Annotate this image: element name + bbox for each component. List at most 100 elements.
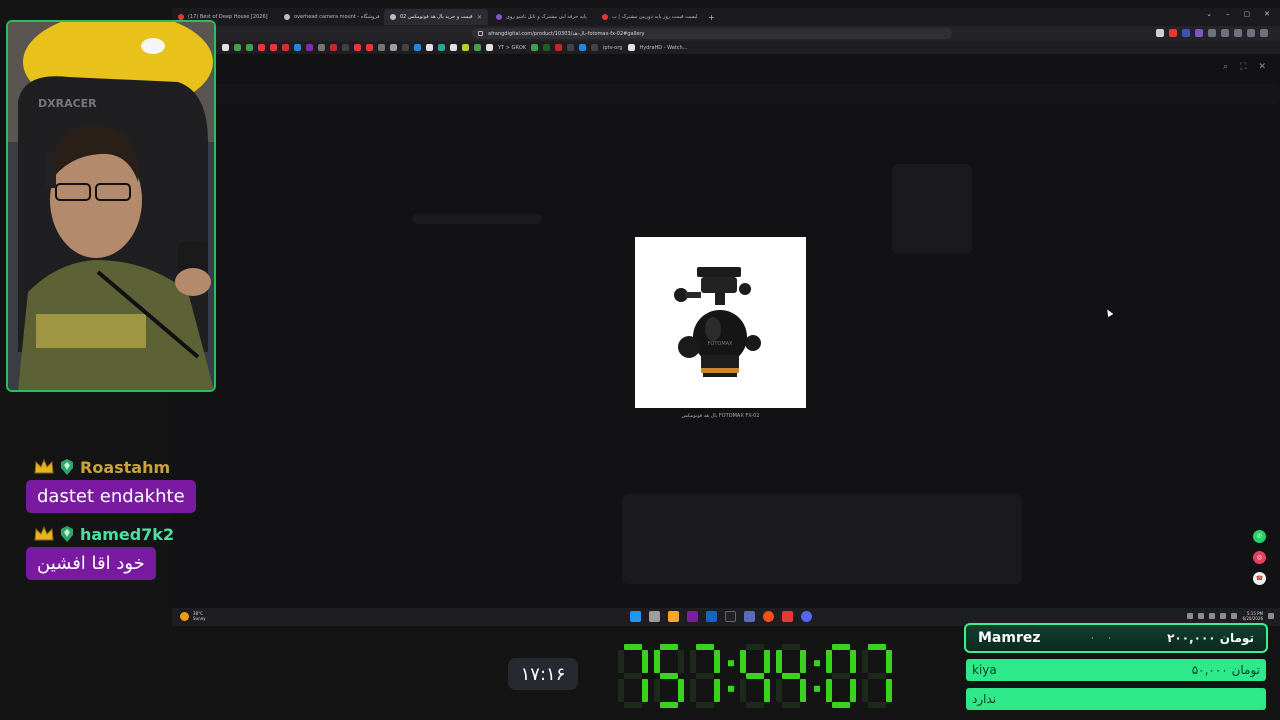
bookmark-icon[interactable] (462, 44, 469, 51)
music-icon[interactable] (1221, 29, 1229, 37)
donor-name: kiya (972, 663, 997, 677)
countdown-digit (654, 644, 684, 708)
tab-close-icon[interactable]: ✕ (477, 14, 482, 21)
new-tab-button[interactable]: + (702, 13, 721, 22)
chat-message: Roastahm dastet endakhte (26, 456, 226, 523)
discord-icon[interactable] (801, 611, 812, 622)
x-icon[interactable] (725, 611, 736, 622)
countdown-digit (618, 644, 648, 708)
app-icon[interactable] (744, 611, 755, 622)
app-icon[interactable] (687, 611, 698, 622)
bookmark-icon[interactable] (378, 44, 385, 51)
extension-icon[interactable] (1182, 29, 1190, 37)
date: 6/20/2026 (1242, 616, 1263, 621)
bookmark-icon[interactable] (402, 44, 409, 51)
bookmark-icon[interactable] (294, 44, 301, 51)
bookmark-icon[interactable] (450, 44, 457, 51)
bookmark-icon[interactable] (330, 44, 337, 51)
weather-widget[interactable]: 38°C Sunny (180, 611, 206, 621)
countdown-digit (826, 644, 856, 708)
bookmark-icon[interactable] (591, 44, 599, 51)
minimize-button[interactable]: – (1226, 10, 1230, 18)
crown-icon (34, 526, 54, 541)
address-bar[interactable]: afrangdigital.com/product/10303/بال-هد-f… (472, 28, 952, 39)
system-clock[interactable]: 5:15 PM 6/20/2026 (1242, 611, 1263, 621)
bookmark-icon[interactable] (426, 44, 433, 51)
fullscreen-icon[interactable]: ⛶ (1240, 62, 1246, 72)
sidebar-icon[interactable] (1234, 29, 1242, 37)
bookmark-iptv[interactable]: iptv-org (603, 45, 622, 51)
product-image[interactable]: FOTOMAX (635, 237, 806, 408)
bookmark-grok[interactable]: YT > GROK (498, 45, 526, 51)
menu-icon[interactable] (1260, 29, 1268, 37)
notification-icon[interactable] (1268, 613, 1274, 619)
tab-tripod[interactable]: پایه حرفه ایی مشترک و تابل تاشو روی (490, 9, 594, 25)
url-text: afrangdigital.com/product/10303/بال-هد-f… (488, 30, 645, 37)
bookmark-icon[interactable] (246, 44, 253, 51)
bookmark-hydrahd[interactable]: HydraHD - Watch... (640, 45, 688, 51)
speaker-icon[interactable] (1231, 613, 1238, 619)
x-icon[interactable] (222, 44, 229, 51)
globe-icon (284, 14, 290, 20)
weather-condition: Sunny (193, 616, 206, 621)
tab-search-icon[interactable]: ⌄ (1206, 10, 1212, 18)
extension-icon[interactable] (1195, 29, 1203, 37)
maximize-button[interactable]: ▢ (1244, 10, 1251, 18)
phone-icon[interactable]: ☎ (1253, 572, 1266, 585)
window-controls: ⌄ – ▢ ✕ (1206, 10, 1270, 18)
tab-price-list[interactable]: لیست قیمت روز پایه دوربین مشترک | ب (596, 9, 700, 25)
whatsapp-icon[interactable]: ✆ (1253, 530, 1266, 543)
wifi-icon[interactable] (1198, 613, 1205, 619)
vscode-icon[interactable] (706, 611, 717, 622)
puzzle-icon[interactable] (1208, 29, 1216, 37)
bookmark-icon[interactable] (579, 44, 587, 51)
gmail-icon[interactable] (282, 44, 289, 51)
bookmark-icon[interactable] (234, 44, 241, 51)
shield-icon[interactable] (1220, 613, 1227, 619)
chat-user-row: hamed7k2 (34, 523, 226, 545)
bookmark-icon[interactable] (627, 44, 635, 51)
bookmark-icon[interactable] (318, 44, 325, 51)
chevron-up-icon[interactable] (1187, 613, 1194, 619)
bookmark-icon[interactable] (270, 44, 277, 51)
bookmark-icon[interactable] (258, 44, 265, 51)
task-view-icon[interactable] (649, 611, 660, 622)
bookmark-icon[interactable] (543, 44, 551, 51)
zoom-icon[interactable]: ⌕ (1223, 62, 1228, 72)
close-button[interactable]: ✕ (1264, 10, 1270, 18)
tab-bar: (17) Best of Deep House [2026] overhead … (172, 8, 1280, 26)
mic-icon[interactable] (1209, 613, 1216, 619)
tab-overhead-mount[interactable]: overhead camera mount - فروشگاه (278, 9, 382, 25)
bookmark-icon[interactable] (478, 31, 483, 36)
close-icon[interactable]: ✕ (1258, 62, 1266, 72)
bookmark-icon[interactable] (390, 44, 397, 51)
brave-icon[interactable] (1169, 29, 1177, 37)
bookmark-icon[interactable] (354, 44, 361, 51)
stream-clock: ۱۷:۱۶ (508, 658, 578, 690)
firefox-icon[interactable] (763, 611, 774, 622)
dimmed-gallery (622, 494, 1022, 584)
tab-label: پایه حرفه ایی مشترک و تابل تاشو روی (506, 14, 587, 20)
grok-icon[interactable] (486, 44, 493, 51)
countdown-colon (814, 660, 820, 692)
bookmark-icon[interactable] (555, 44, 563, 51)
crown-icon (34, 459, 54, 474)
bookmark-icon[interactable] (474, 44, 481, 51)
extensions (1156, 29, 1268, 37)
bookmark-icon[interactable] (414, 44, 421, 51)
wallet-icon[interactable] (1247, 29, 1255, 37)
shield-icon[interactable] (1156, 29, 1164, 37)
bookmark-icon[interactable] (342, 44, 349, 51)
bookmark-icon[interactable] (531, 44, 539, 51)
tab-ballhead-product[interactable]: قیمت و خرید بال هد فوتومکس 02 ✕ (384, 9, 488, 25)
windows-start-icon[interactable] (630, 611, 641, 622)
bookmark-icon[interactable] (567, 44, 575, 51)
mouse-cursor (1104, 307, 1114, 318)
bookmark-icon[interactable] (438, 44, 445, 51)
instagram-icon[interactable]: ◎ (1253, 551, 1266, 564)
brave-icon[interactable] (782, 611, 793, 622)
donor-name: ندارد (972, 692, 997, 706)
bookmark-icon[interactable] (366, 44, 373, 51)
bookmark-icon[interactable] (306, 44, 313, 51)
file-explorer-icon[interactable] (668, 611, 679, 622)
